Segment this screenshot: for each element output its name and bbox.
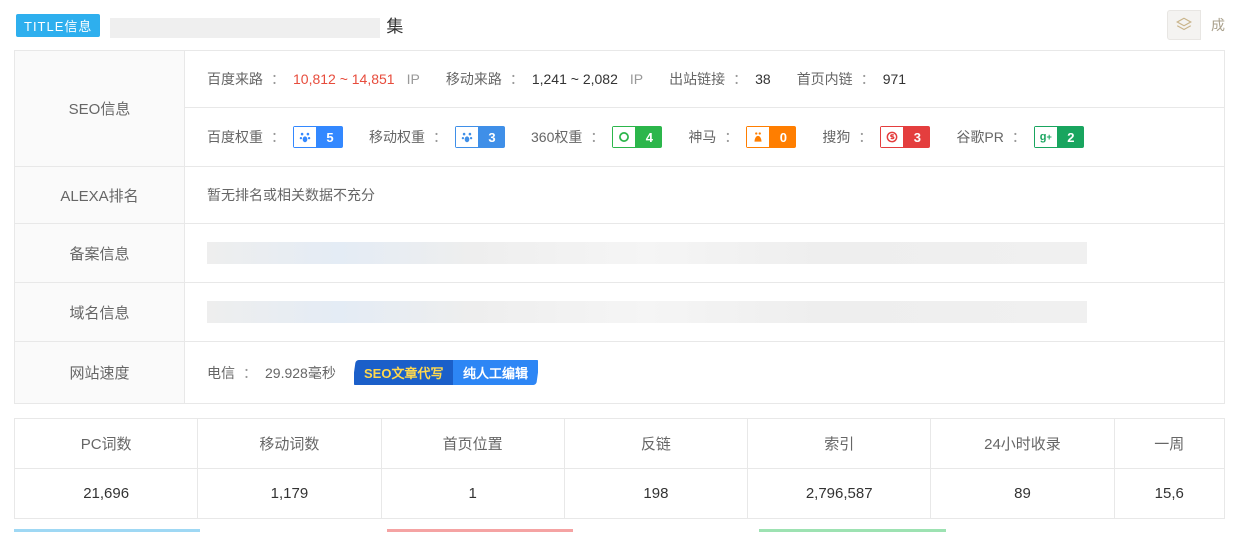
redacted-domain — [207, 301, 1087, 323]
stats-col-homepos[interactable]: 首页位置 1 — [382, 419, 565, 518]
layers-icon[interactable] — [1167, 10, 1201, 40]
metric-mobile-traffic: 移动来路： 1,241 ~ 2,082 IP — [446, 69, 643, 89]
tab-indicator-bars — [14, 529, 1225, 532]
row-label-domain: 域名信息 — [15, 283, 185, 341]
row-label-alexa: ALEXA排名 — [15, 167, 185, 223]
so360-icon — [612, 126, 636, 148]
alexa-value: 暂无排名或相关数据不充分 — [207, 185, 375, 205]
weight-google[interactable]: 谷歌PR： g+ 2 — [956, 126, 1083, 148]
row-label-speed: 网站速度 — [15, 342, 185, 403]
row-beian: 备案信息 — [15, 224, 1224, 283]
metric-homelinks: 首页内链： 971 — [797, 69, 906, 89]
promo-text-a: SEO文章代写 — [354, 360, 453, 385]
seo-weight-row: 百度权重： 5 移动权重： 3 — [185, 107, 1224, 166]
google-plus-icon: g+ — [1034, 126, 1058, 148]
row-domain: 域名信息 — [15, 283, 1224, 342]
stats-col-24h[interactable]: 24小时收录 89 — [931, 419, 1114, 518]
weight-baidu[interactable]: 百度权重： 5 — [207, 126, 343, 148]
weight-360[interactable]: 360权重： 4 — [531, 126, 662, 148]
stats-col-index[interactable]: 索引 2,796,587 — [748, 419, 931, 518]
row-speed: 网站速度 电信： 29.928毫秒 SEO文章代写纯人工编辑 — [15, 342, 1224, 403]
row-label-beian: 备案信息 — [15, 224, 185, 282]
weight-mobile[interactable]: 移动权重： 3 — [369, 126, 505, 148]
redacted-beian — [207, 242, 1087, 264]
metric-baidu-traffic: 百度来路： 10,812 ~ 14,851 IP — [207, 69, 420, 89]
baidu-mobile-paw-icon — [455, 126, 479, 148]
page-title: 集 — [110, 12, 1157, 38]
row-seo: SEO信息 百度来路： 10,812 ~ 14,851 IP 移动来路： 1,2… — [15, 51, 1224, 167]
stats-col-mobile[interactable]: 移动词数 1,179 — [198, 419, 381, 518]
title-badge: TITLE信息 — [16, 14, 100, 37]
stack-label: 成 — [1211, 15, 1225, 35]
speed-metric: 电信： 29.928毫秒 — [207, 363, 336, 383]
row-label-seo: SEO信息 — [15, 51, 185, 166]
title-bar: TITLE信息 集 成 — [0, 0, 1239, 50]
baidu-paw-icon — [293, 126, 317, 148]
stats-col-backlinks[interactable]: 反链 198 — [565, 419, 748, 518]
stats-table: PC词数 21,696 移动词数 1,179 首页位置 1 反链 198 索引 … — [14, 418, 1225, 519]
weight-shenma[interactable]: 神马： 0 — [688, 126, 796, 148]
sogou-icon — [880, 126, 904, 148]
redacted-title — [110, 18, 380, 38]
row-alexa: ALEXA排名 暂无排名或相关数据不充分 — [15, 167, 1224, 224]
weight-sogou[interactable]: 搜狗： 3 — [822, 126, 930, 148]
seo-info-table: SEO信息 百度来路： 10,812 ~ 14,851 IP 移动来路： 1,2… — [14, 50, 1225, 404]
shenma-icon — [746, 126, 770, 148]
metric-outlinks: 出站链接： 38 — [669, 69, 771, 89]
promo-text-b: 纯人工编辑 — [453, 360, 538, 385]
stats-col-week[interactable]: 一周 15,6 — [1115, 419, 1224, 518]
stats-col-pc[interactable]: PC词数 21,696 — [15, 419, 198, 518]
seo-traffic-row: 百度来路： 10,812 ~ 14,851 IP 移动来路： 1,241 ~ 2… — [185, 51, 1224, 107]
promo-badge[interactable]: SEO文章代写纯人工编辑 — [352, 360, 540, 385]
